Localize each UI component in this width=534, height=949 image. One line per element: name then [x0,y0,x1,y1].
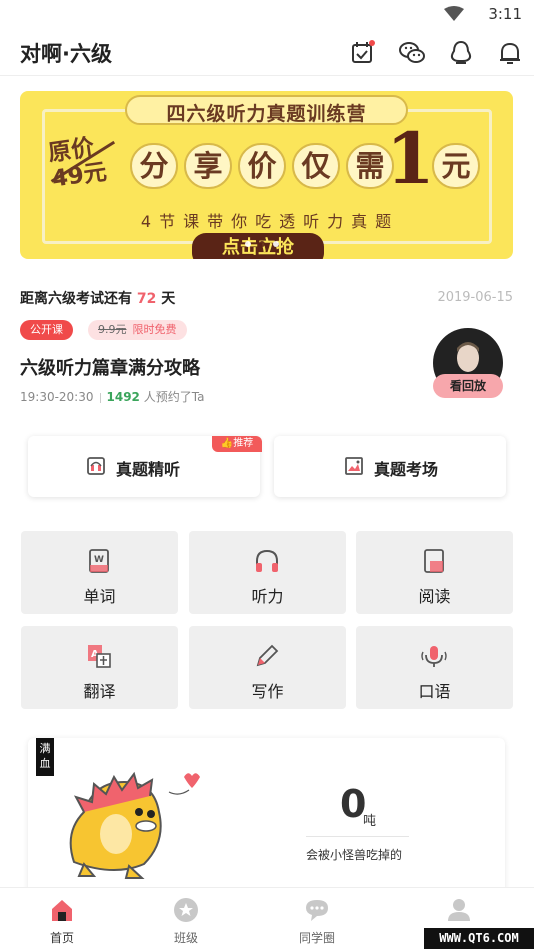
countdown-suffix: 天 [161,291,176,307]
app-header: 对啊·六级 [0,30,534,76]
headphones-icon [256,549,278,572]
meta-divider [99,392,101,403]
exam-countdown: 距离六级考试还有 72 天 [20,288,175,308]
grid-item-writing[interactable]: 写作 [189,626,346,709]
status-time: 3:11 [488,5,522,23]
watermark: WWW.QT6.COM [424,928,534,949]
grid-item-speaking[interactable]: 口语 [356,626,513,709]
home-icon [52,900,72,921]
wechat-icon[interactable] [398,39,426,67]
course-meta: 19:30-20:30 1492 人预约了Ta [20,388,204,405]
grid-item-reading[interactable]: 阅读 [356,531,513,614]
promo-banner[interactable]: 四六级听力真题训练营 原价 49元 分 享 价 仅 需 1 元 4节课带你吃透听… [20,91,513,259]
nav-class[interactable]: 班级 [151,888,221,949]
banner-original-price: 原价 49元 [47,133,116,193]
nav-home[interactable]: 首页 [27,888,97,949]
svg-text:W: W [94,555,104,565]
user-icon [448,899,470,921]
banner-share-tiles: 分 享 价 仅 需 [130,143,394,189]
exam-sheet-icon [345,457,363,475]
banner-subtitle: 4节课带你吃透听力真题 [140,212,400,231]
banner-tile: 价 [238,143,286,189]
status-bar: 3:11 [0,0,534,28]
nav-classmates-label: 同学圈 [298,931,335,945]
chat-bubble-icon [306,900,328,921]
nav-home-label: 首页 [49,931,74,945]
banner-price-digit: 1 [386,117,435,200]
reservation-suffix: 人预约了Ta [143,390,205,404]
exam-room-card[interactable]: 真题考场 [274,436,506,497]
microphone-icon [421,646,447,667]
banner-dot[interactable] [245,241,251,247]
public-course-tag: 公开课 [20,320,73,340]
grid-item-label: 口语 [418,682,451,701]
banner-yuan-tile: 元 [432,143,480,189]
nav-class-label: 班级 [173,931,198,945]
original-price-strike: 9.9元 [98,323,127,336]
grid-item-label: 翻译 [83,682,116,701]
banner-tile: 仅 [292,143,340,189]
wifi-icon [444,6,464,21]
banner-title: 四六级听力真题训练营 [166,103,367,125]
eaten-amount-unit: 吨 [363,814,377,829]
qq-icon[interactable] [447,39,475,67]
star-icon [174,898,198,922]
banner-dot[interactable] [273,241,279,247]
replay-button[interactable]: 看回放 [433,374,503,398]
pencil-icon [256,644,279,667]
listening-drill-label: 真题精听 [116,460,181,479]
grid-item-listening[interactable]: 听力 [189,531,346,614]
banner-pagination [245,241,279,247]
grid-item-label: 阅读 [418,587,451,606]
divider [306,836,409,837]
page-title: 对啊·六级 [20,42,112,66]
full-health-badge: 满血 [36,738,54,776]
course-title[interactable]: 六级听力篇章满分攻略 [20,354,200,380]
free-tag: 9.9元 限时免费 [88,320,187,340]
free-label: 限时免费 [132,323,177,336]
recommend-badge: 👍推荐 [212,436,262,452]
reservation-count: 1492 [106,390,140,404]
exam-room-label: 真题考场 [374,460,439,479]
grid-item-translate[interactable]: A 翻译 [21,626,178,709]
word-book-icon: W [89,549,109,573]
banner-dot-active[interactable] [259,241,265,247]
grid-item-word[interactable]: W 单词 [21,531,178,614]
grid-item-label: 听力 [251,587,284,606]
course-time: 19:30-20:30 [20,390,94,404]
banner-tile: 享 [184,143,232,189]
nav-classmates[interactable]: 同学圈 [282,888,352,949]
headphone-book-icon [87,457,105,475]
calendar-check-icon[interactable] [348,39,376,67]
exam-date: 2019-06-15 [437,290,513,305]
bell-icon[interactable] [496,39,524,67]
countdown-days: 72 [136,291,157,307]
eaten-amount-label: 会被小怪兽吃掉的 [306,848,403,862]
grid-item-label: 写作 [251,682,284,701]
countdown-prefix: 距离六级考试还有 [20,291,132,307]
banner-tile: 分 [130,143,178,189]
reading-book-icon [424,549,444,573]
translate-icon: A [88,645,111,668]
grid-item-label: 单词 [83,587,116,606]
dinosaur-mascot-icon [69,771,200,879]
